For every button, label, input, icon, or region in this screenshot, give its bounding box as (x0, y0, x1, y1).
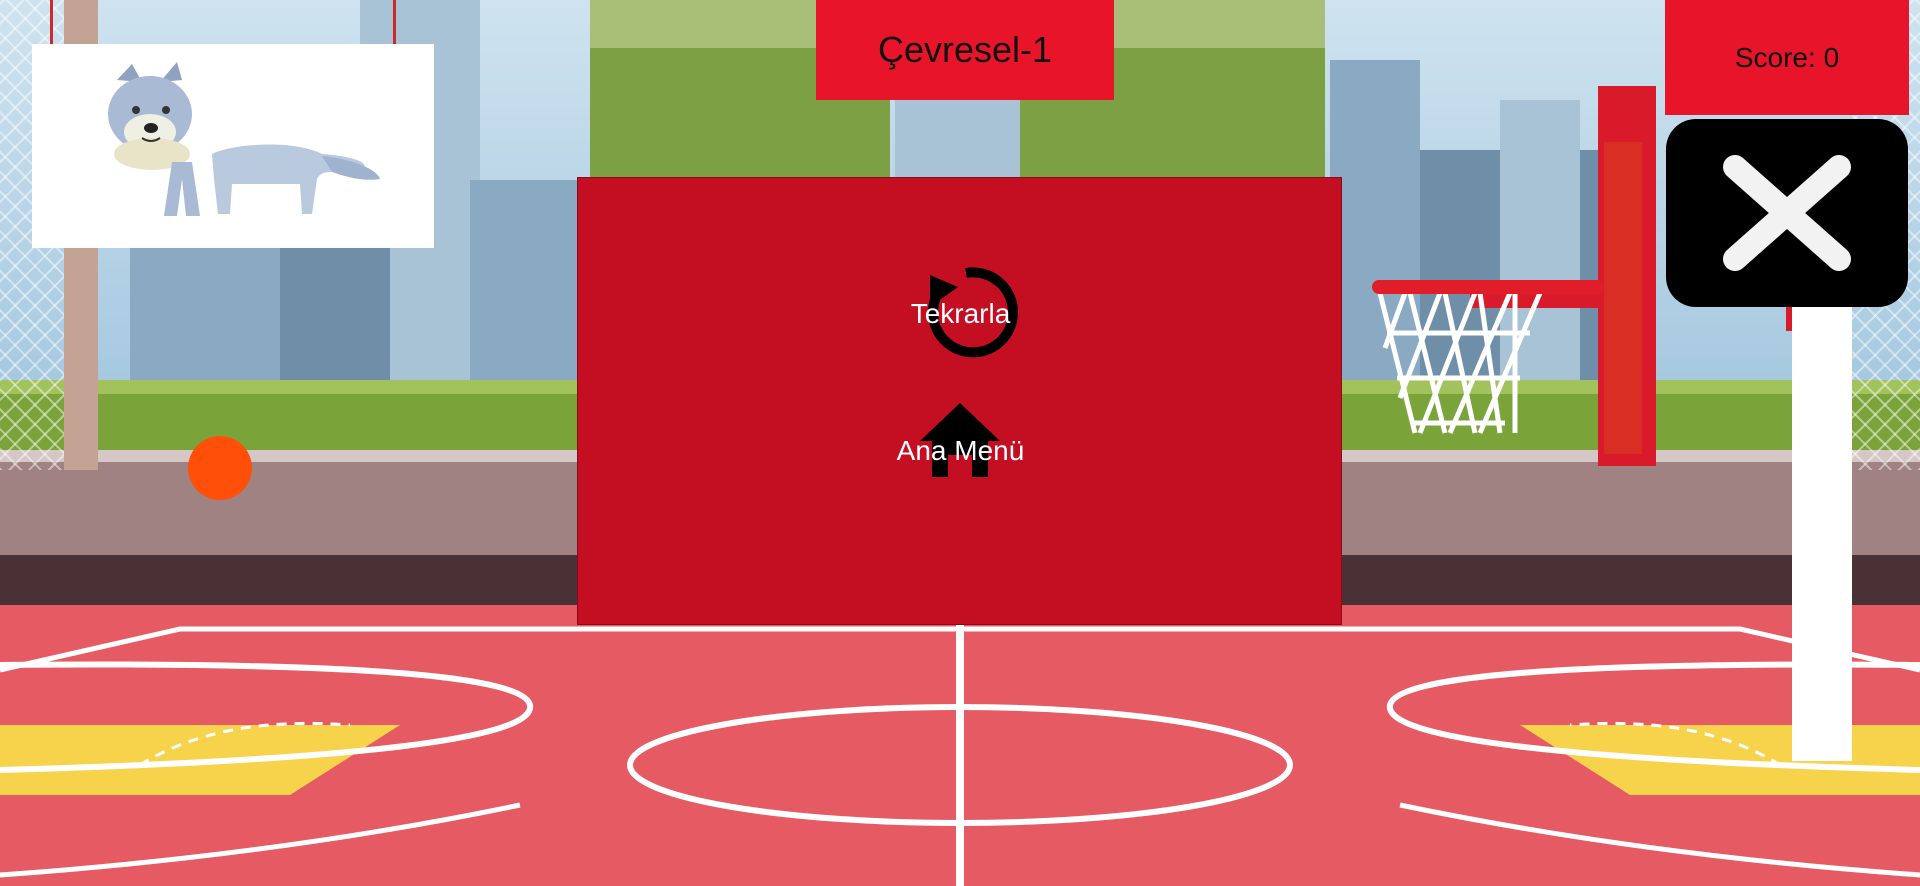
basketball-court (0, 605, 1920, 886)
pause-menu-panel: Tekrarla Ana Menü (577, 177, 1342, 625)
wolf-image (108, 62, 380, 216)
hoop-stand (1792, 307, 1852, 761)
hoop-rim (1372, 280, 1604, 294)
retry-button[interactable]: Tekrarla (848, 263, 1073, 363)
basketball[interactable] (188, 436, 252, 500)
backboard-inner (1604, 142, 1642, 454)
close-button[interactable] (1666, 119, 1908, 307)
background-building (470, 180, 580, 380)
close-icon (1723, 155, 1851, 271)
main-menu-button[interactable]: Ana Menü (848, 403, 1073, 503)
court-lines (0, 605, 1920, 886)
main-menu-label: Ana Menü (896, 435, 1025, 466)
hoop-net (1377, 292, 1543, 434)
animal-card (32, 44, 434, 248)
retry-label: Tekrarla (910, 298, 1011, 329)
level-title: Çevresel-1 (816, 0, 1114, 100)
background-building (895, 100, 1020, 180)
background-building (280, 230, 390, 380)
score-display: Score: 0 (1665, 0, 1909, 115)
